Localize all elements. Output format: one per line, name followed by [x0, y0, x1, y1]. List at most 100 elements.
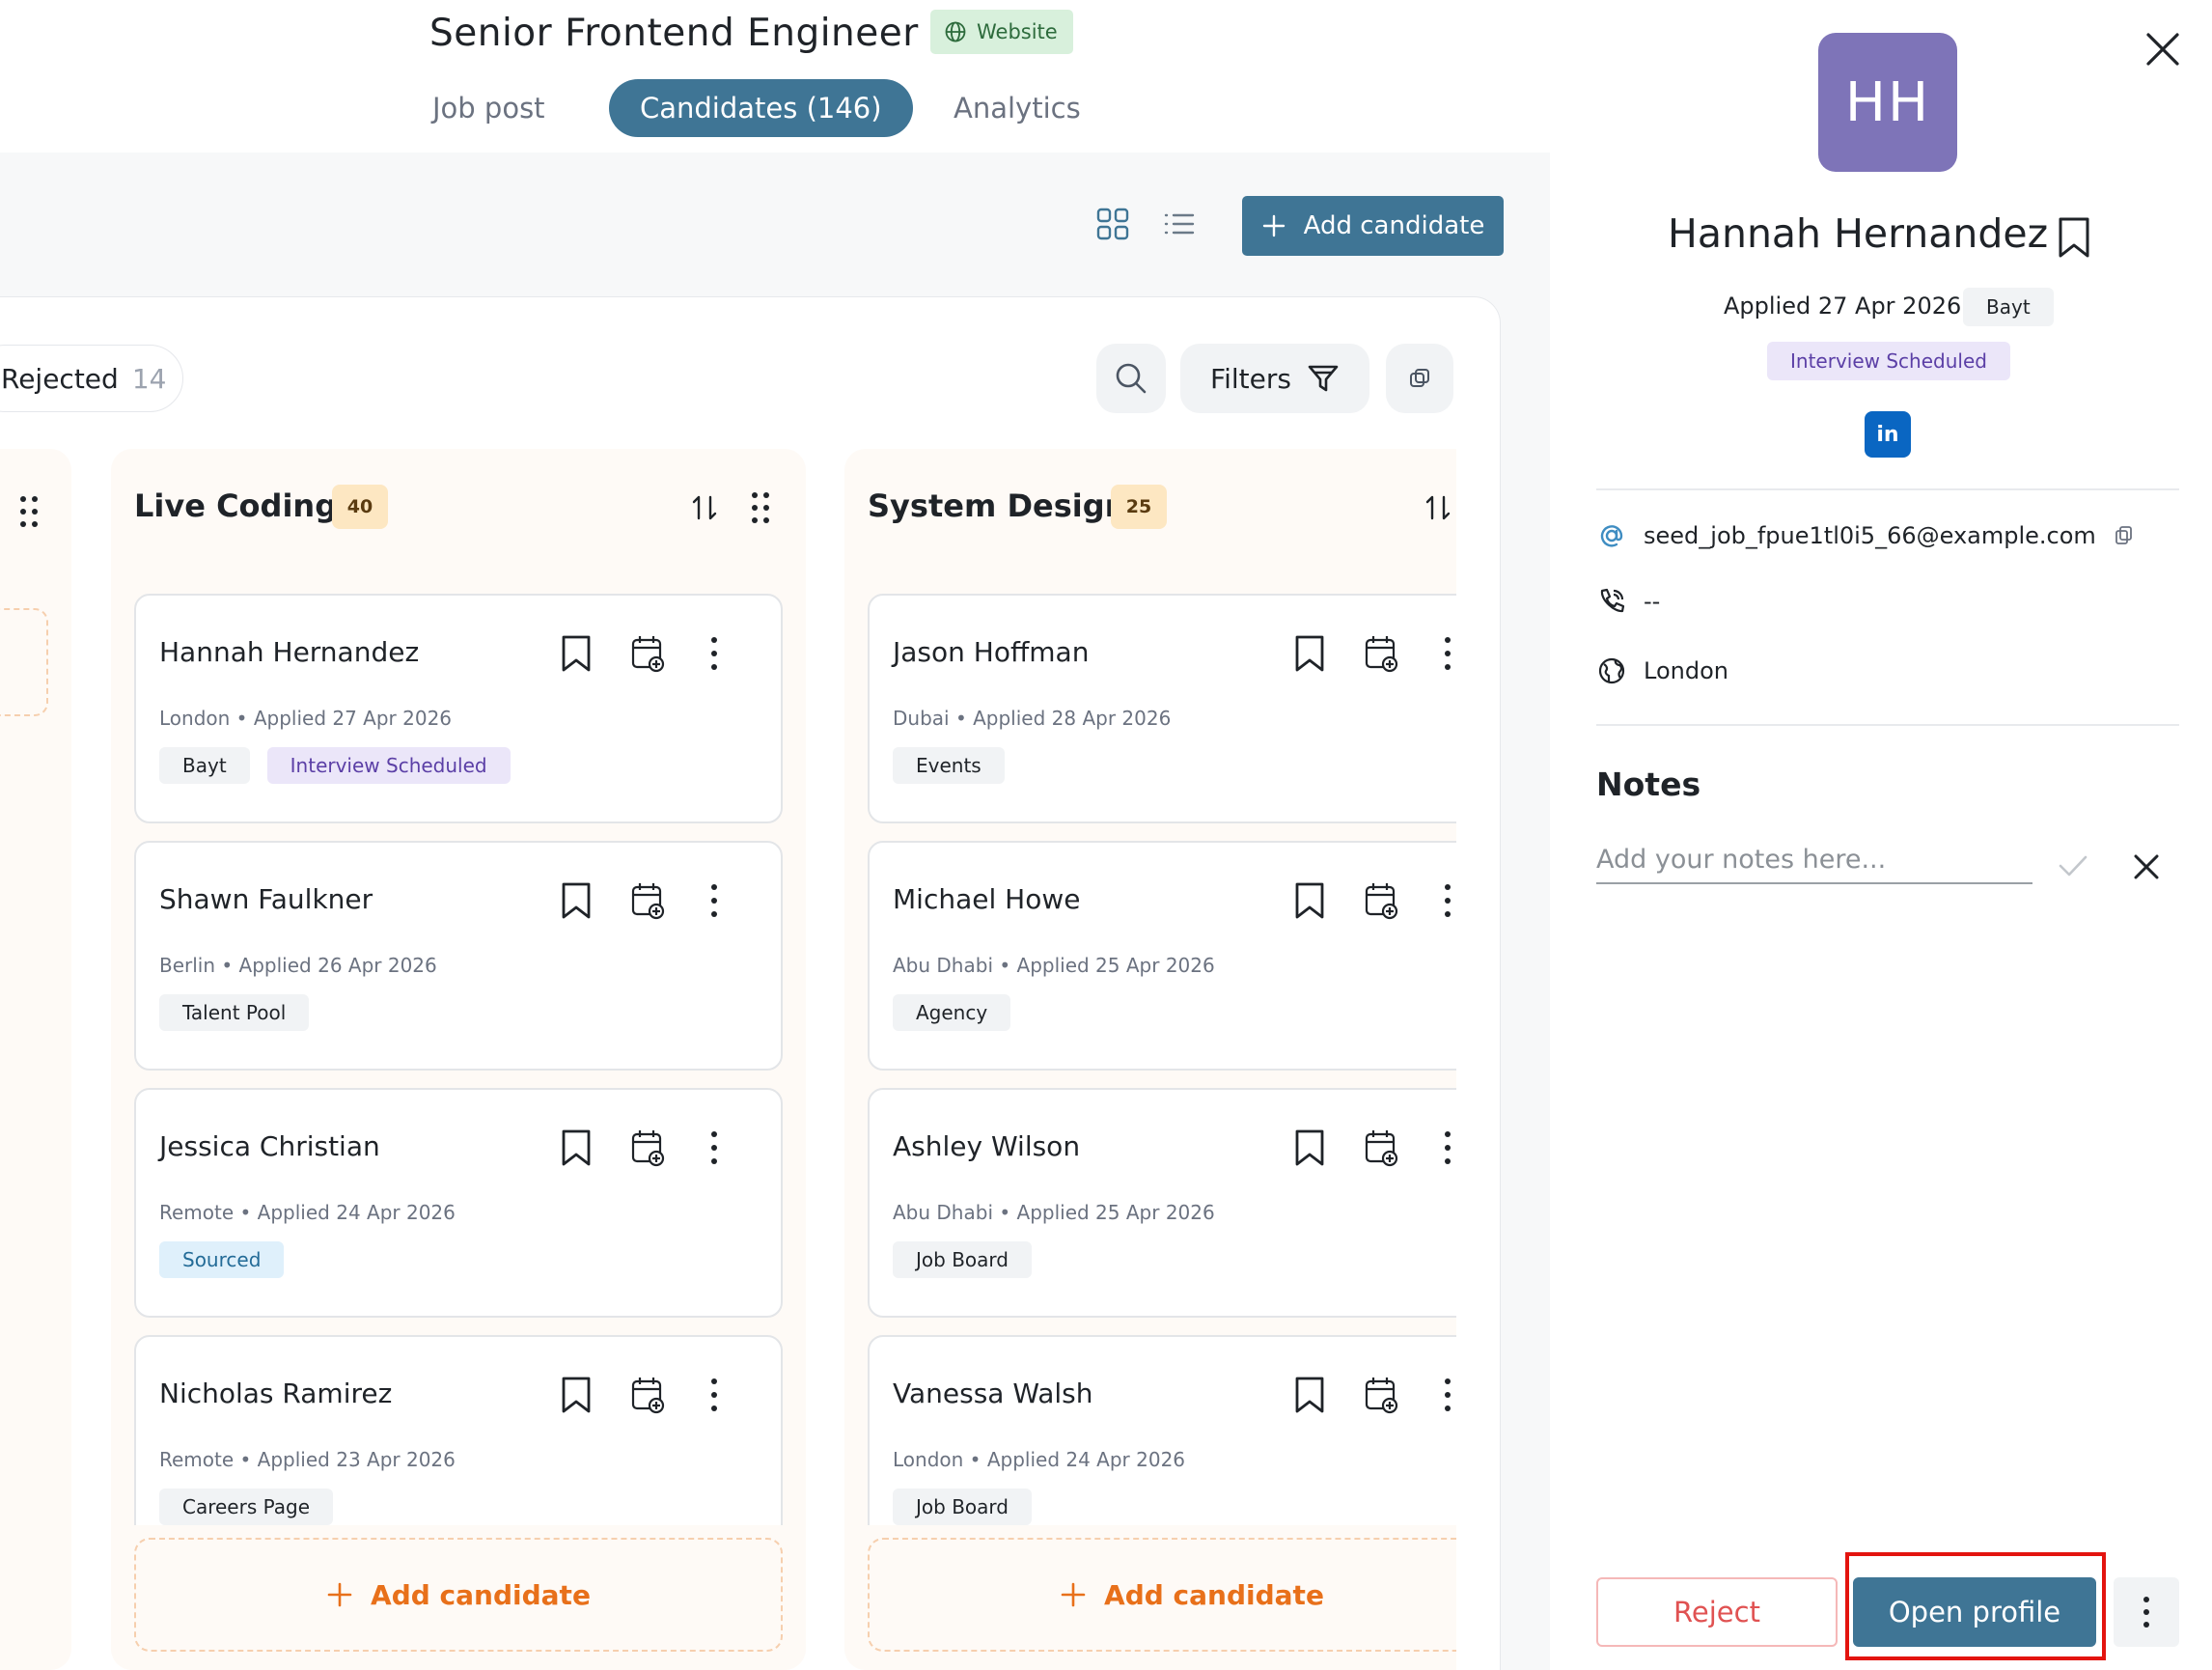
filter-icon	[1308, 365, 1339, 392]
stage-chip-count: 14	[131, 362, 167, 395]
location-row: London	[1597, 656, 1728, 685]
stage-chip-label: Rejected	[1, 362, 119, 395]
search-button[interactable]	[1096, 344, 1166, 413]
source-tag: Job Board	[893, 1241, 1032, 1278]
source-badge: Website	[930, 10, 1073, 54]
candidate-card[interactable]: Ashley Wilson Abu Dhabi • Applied 25 Apr…	[868, 1088, 1456, 1318]
candidate-name: Jessica Christian	[159, 1130, 380, 1162]
status-tag: Interview Scheduled	[266, 747, 511, 784]
schedule-calendar-icon[interactable]	[630, 634, 665, 673]
divider	[1596, 724, 2179, 726]
schedule-calendar-icon[interactable]	[630, 881, 665, 920]
column-title: Live Coding	[134, 487, 338, 524]
candidate-card[interactable]: Michael Howe Abu Dhabi • Applied 25 Apr …	[868, 841, 1456, 1071]
add-candidate-button[interactable]: Add candidate	[1242, 196, 1504, 256]
check-icon[interactable]	[2058, 853, 2088, 878]
bookmark-icon[interactable]	[559, 1376, 594, 1414]
reject-button[interactable]: Reject	[1596, 1577, 1838, 1647]
schedule-calendar-icon[interactable]	[1364, 634, 1398, 673]
sort-icon[interactable]	[690, 493, 719, 522]
list-view-icon[interactable]	[1163, 208, 1196, 240]
app-root: Senior Frontend Engineer Website Job pos…	[0, 0, 2212, 1670]
candidate-card[interactable]: Hannah Hernandez London • Applied 27 Apr…	[134, 594, 783, 823]
tab-candidates[interactable]: Candidates (146)	[609, 79, 913, 137]
bookmark-icon[interactable]	[1292, 634, 1327, 673]
drag-handle-icon[interactable]	[751, 491, 770, 524]
add-candidate-column-button[interactable]: Add candidate	[134, 1538, 783, 1652]
notes-input[interactable]	[1596, 836, 2032, 884]
divider	[1596, 488, 2179, 490]
source-tag: Sourced	[159, 1241, 285, 1278]
at-sign-icon	[1600, 525, 1623, 547]
bookmark-icon[interactable]	[559, 881, 594, 920]
drag-handle-icon[interactable]	[19, 495, 39, 528]
schedule-calendar-icon[interactable]	[1364, 881, 1398, 920]
more-options-icon[interactable]	[1443, 881, 1452, 920]
candidate-name-heading: Hannah Hernandez	[1668, 210, 2049, 257]
schedule-calendar-icon[interactable]	[1364, 1376, 1398, 1414]
source-tag: Bayt	[159, 747, 250, 784]
candidate-meta: Remote • Applied 23 Apr 2026	[159, 1448, 456, 1471]
candidate-name: Jason Hoffman	[893, 636, 1090, 668]
candidate-name: Nicholas Ramirez	[159, 1378, 393, 1409]
source-tag: Agency	[893, 994, 1011, 1031]
tab-analytics[interactable]: Analytics	[954, 79, 1081, 137]
filters-label: Filters	[1210, 362, 1291, 395]
filters-button[interactable]: Filters	[1180, 344, 1369, 413]
candidate-card[interactable]: Shawn Faulkner Berlin • Applied 26 Apr 2…	[134, 841, 783, 1071]
status-tag: Interview Scheduled	[1767, 342, 2010, 380]
phone-value: --	[1644, 588, 1661, 615]
grid-view-icon[interactable]	[1096, 208, 1129, 240]
bookmark-icon[interactable]	[1292, 1128, 1327, 1167]
more-options-icon[interactable]	[1443, 634, 1452, 673]
more-options-icon[interactable]	[709, 881, 719, 920]
copy-icon[interactable]	[2114, 525, 2135, 546]
bookmark-icon[interactable]	[559, 634, 594, 673]
email-value: seed_job_fpue1tl0i5_66@example.com	[1644, 522, 2096, 549]
source-tag: Careers Page	[159, 1489, 334, 1525]
collapse-button[interactable]	[1386, 344, 1453, 413]
column-count-badge: 40	[332, 485, 388, 529]
column-title: System Design	[868, 487, 1127, 524]
open-profile-button[interactable]: Open profile	[1853, 1577, 2096, 1647]
candidate-card[interactable]: Jason Hoffman Dubai • Applied 28 Apr 202…	[868, 594, 1456, 823]
more-actions-button[interactable]	[2114, 1577, 2179, 1647]
schedule-calendar-icon[interactable]	[630, 1128, 665, 1167]
candidate-meta: Berlin • Applied 26 Apr 2026	[159, 954, 437, 977]
more-options-icon[interactable]	[709, 1128, 719, 1167]
more-options-icon[interactable]	[709, 1376, 719, 1414]
more-options-icon[interactable]	[1443, 1376, 1452, 1414]
candidate-meta: Abu Dhabi • Applied 25 Apr 2026	[893, 1201, 1215, 1224]
more-options-icon[interactable]	[709, 634, 719, 673]
candidate-card[interactable]: Jessica Christian Remote • Applied 24 Ap…	[134, 1088, 783, 1318]
globe-icon	[945, 21, 966, 42]
more-options-icon[interactable]	[1443, 1128, 1452, 1167]
candidate-name: Michael Howe	[893, 883, 1081, 915]
stage-chip-rejected[interactable]: Rejected 14	[0, 345, 183, 412]
add-candidate-label: Add candidate	[1104, 1578, 1324, 1611]
add-candidate-column-button[interactable]: Add candidate	[868, 1538, 1456, 1652]
bookmark-icon[interactable]	[1292, 881, 1327, 920]
bookmark-icon[interactable]	[559, 1128, 594, 1167]
close-icon[interactable]	[2144, 31, 2181, 68]
linkedin-icon[interactable]: in	[1865, 411, 1911, 458]
sort-icon[interactable]	[1424, 493, 1452, 522]
page-title: Senior Frontend Engineer	[429, 12, 919, 55]
schedule-calendar-icon[interactable]	[1364, 1128, 1398, 1167]
column-count-badge: 25	[1111, 485, 1167, 529]
tab-job-post[interactable]: Job post	[432, 79, 545, 137]
plus-icon	[1061, 1582, 1086, 1607]
clear-notes-icon[interactable]	[2133, 853, 2160, 880]
source-tag: Events	[893, 747, 1005, 784]
bookmark-icon[interactable]	[2056, 216, 2092, 259]
source-badge-label: Website	[977, 20, 1058, 43]
search-icon	[1116, 363, 1147, 394]
avatar: HH	[1818, 33, 1957, 172]
schedule-calendar-icon[interactable]	[630, 1376, 665, 1414]
source-tag: Bayt	[1963, 288, 2054, 326]
candidate-meta: Dubai • Applied 28 Apr 2026	[893, 707, 1172, 730]
candidate-meta: London • Applied 27 Apr 2026	[159, 707, 453, 730]
kanban-column-system-design: System Design 25 Jason Hoffman Dubai • A…	[844, 449, 1456, 1670]
source-tag: Job Board	[893, 1489, 1032, 1525]
bookmark-icon[interactable]	[1292, 1376, 1327, 1414]
